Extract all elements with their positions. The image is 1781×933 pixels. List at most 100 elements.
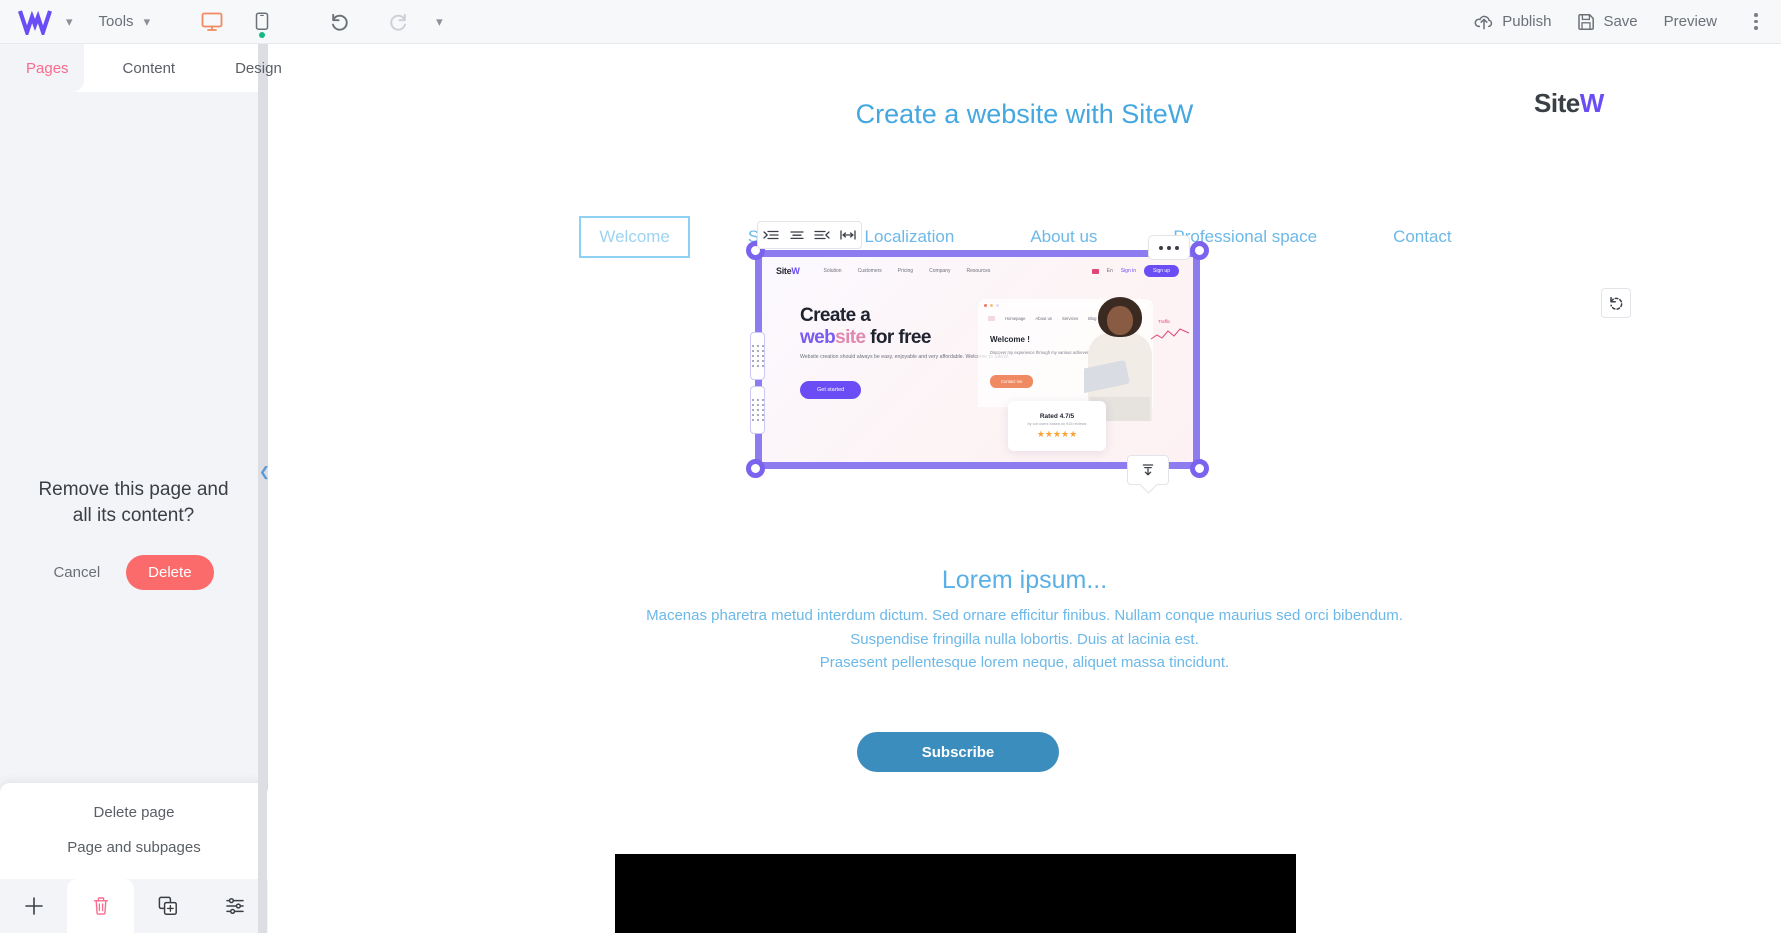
chevron-down-icon[interactable]: ▾: [66, 15, 73, 28]
selection-frame: SiteW Solution Customers Pricing Company…: [755, 250, 1200, 469]
tab-content[interactable]: Content: [93, 44, 206, 92]
sitew-logo[interactable]: SiteW: [1534, 88, 1604, 119]
mini-browser-link-services: Services: [1062, 316, 1079, 321]
mini-headline-line1: Create a: [800, 305, 871, 326]
floppy-disk-icon: [1578, 13, 1595, 30]
mini-headline-line2: website for free: [800, 327, 931, 349]
tab-pages[interactable]: Pages: [0, 44, 93, 92]
cloud-upload-icon: [1474, 15, 1493, 29]
website-canvas: Create a website with SiteW SiteW Welcom…: [268, 44, 1781, 933]
lorem-heading[interactable]: Lorem ipsum...: [268, 566, 1781, 595]
align-right-button[interactable]: [810, 228, 836, 242]
mini-nav-solution: Solution: [823, 268, 842, 274]
pages-sidebar: Pages Content Design Remove this page an…: [0, 44, 282, 933]
preview-button[interactable]: Preview: [1664, 13, 1717, 30]
rating-stars-icon: ★★★★★: [1036, 429, 1078, 439]
nav-item-contact[interactable]: Contact: [1355, 227, 1490, 247]
rating-card: Rated 4.7/5 by our users based on 915 re…: [1008, 401, 1106, 451]
resize-handle-bottom-right[interactable]: [1190, 459, 1209, 478]
undo-arrow-icon[interactable]: [320, 0, 360, 44]
image-options-more-horizontal-icon[interactable]: [1148, 235, 1190, 260]
lorem-paragraph[interactable]: Macenas pharetra metud interdum dictum. …: [268, 604, 1781, 675]
nav-item-contact-label: Contact: [1393, 227, 1452, 246]
sitew-w-logo-icon[interactable]: [14, 7, 56, 37]
mini-website-screenshot: SiteW Solution Customers Pricing Company…: [762, 257, 1193, 462]
media-block-placeholder[interactable]: [615, 854, 1296, 933]
image-align-toolbar: [757, 221, 862, 249]
duplicate-page-icon: [158, 896, 177, 915]
more-vertical-icon[interactable]: [1745, 13, 1767, 30]
history-chevron-down-icon[interactable]: ▾: [436, 15, 443, 28]
vertical-align-button[interactable]: [1127, 455, 1169, 485]
rating-subtitle: by our users based on 915 reviews: [1027, 422, 1087, 426]
pages-panel-body: Remove this page and all its content? Ca…: [0, 92, 267, 882]
nav-item-welcome[interactable]: Welcome: [579, 216, 690, 258]
mini-browser-logo: [988, 316, 995, 321]
save-button[interactable]: Save: [1577, 13, 1638, 31]
mini-logo: SiteW: [776, 266, 800, 276]
duplicate-page-button[interactable]: [134, 879, 201, 933]
add-page-button[interactable]: [0, 879, 67, 933]
traffic-sparkline-icon: [1150, 328, 1190, 340]
flag-icon: [1091, 268, 1099, 274]
desktop-monitor-icon[interactable]: [192, 0, 232, 44]
align-left-button[interactable]: [758, 228, 784, 242]
lorem-line-3: Prasesent pellentesque lorem neque, aliq…: [819, 654, 1230, 672]
menu-item-page-and-subpages[interactable]: Page and subpages: [0, 830, 268, 865]
sitew-editor-app: ▾ Tools ▾ ▾ Publish Save Preview Pages C…: [0, 0, 1781, 933]
plus-icon: [24, 897, 43, 915]
nav-item-localization-label: Localization: [864, 227, 955, 246]
browser-dot-red: [984, 303, 987, 307]
nav-item-about-us[interactable]: About us: [992, 227, 1135, 247]
drag-dots-icon[interactable]: [750, 386, 765, 434]
tab-content-label: Content: [122, 59, 176, 77]
selected-image-block[interactable]: SiteW Solution Customers Pricing Company…: [746, 235, 1209, 485]
redo-arrow-icon: [378, 0, 418, 44]
browser-dot-yellow: [990, 303, 993, 307]
mini-headline-site: site: [835, 327, 866, 349]
resize-handle-top-right[interactable]: [1190, 241, 1209, 260]
delete-button[interactable]: Delete: [126, 555, 214, 591]
mini-signin-label: Sign in: [1120, 268, 1137, 274]
mobile-active-dot: [259, 31, 266, 38]
tab-design[interactable]: Design: [205, 44, 312, 92]
mini-nav-company: Company: [929, 268, 951, 274]
subscribe-button[interactable]: Subscribe: [857, 732, 1059, 772]
align-right-icon: [814, 230, 831, 240]
nav-item-about-us-label: About us: [1030, 227, 1098, 246]
mini-browser-welcome: Welcome !: [990, 335, 1030, 344]
tools-chevron-down-icon[interactable]: ▾: [144, 15, 151, 28]
mini-browser-link-about: About us: [1035, 316, 1053, 321]
mobile-phone-icon[interactable]: [242, 0, 282, 44]
mini-nav-resources: Resources: [966, 268, 991, 274]
mini-headline-web: web: [800, 327, 836, 349]
preview-label: Preview: [1663, 13, 1717, 30]
mini-browser-link-homepage: Homepage: [1005, 316, 1026, 321]
full-width-icon: [840, 230, 856, 240]
sidebar-collapse-chevron-left-icon[interactable]: ❮: [258, 455, 271, 489]
mini-get-started-button: Get started: [800, 381, 862, 399]
menu-item-delete-page[interactable]: Delete page: [0, 795, 268, 830]
top-toolbar: ▾ Tools ▾ ▾ Publish Save Preview: [0, 0, 1781, 44]
mini-navbar: SiteW Solution Customers Pricing Company…: [762, 257, 1193, 285]
tab-pages-label: Pages: [26, 59, 69, 77]
top-toolbar-right: Publish Save Preview: [1448, 0, 1781, 44]
delete-page-button[interactable]: [67, 879, 134, 933]
image-reset-button[interactable]: [1601, 288, 1631, 318]
delete-confirmation: Remove this page and all its content? Ca…: [0, 477, 267, 591]
align-center-icon: [789, 231, 804, 240]
align-center-button[interactable]: [784, 228, 810, 242]
mini-nav-pricing: Pricing: [897, 268, 914, 274]
tools-label[interactable]: Tools: [99, 13, 134, 30]
logo-text-site: Site: [1534, 88, 1580, 118]
lorem-line-1: Macenas pharetra metud interdum dictum. …: [646, 607, 1403, 624]
delete-confirmation-question: Remove this page and all its content?: [38, 479, 229, 527]
drag-dots-icon[interactable]: [750, 332, 765, 380]
sliders-settings-icon: [225, 897, 244, 915]
cancel-button[interactable]: Cancel: [53, 564, 100, 581]
mini-nav-links: Solution Customers Pricing Company Resou…: [824, 268, 991, 274]
resize-handle-bottom-left[interactable]: [746, 459, 765, 478]
mini-logo-site: Site: [776, 266, 792, 276]
publish-button[interactable]: Publish: [1474, 13, 1551, 31]
full-width-button[interactable]: [835, 228, 861, 242]
